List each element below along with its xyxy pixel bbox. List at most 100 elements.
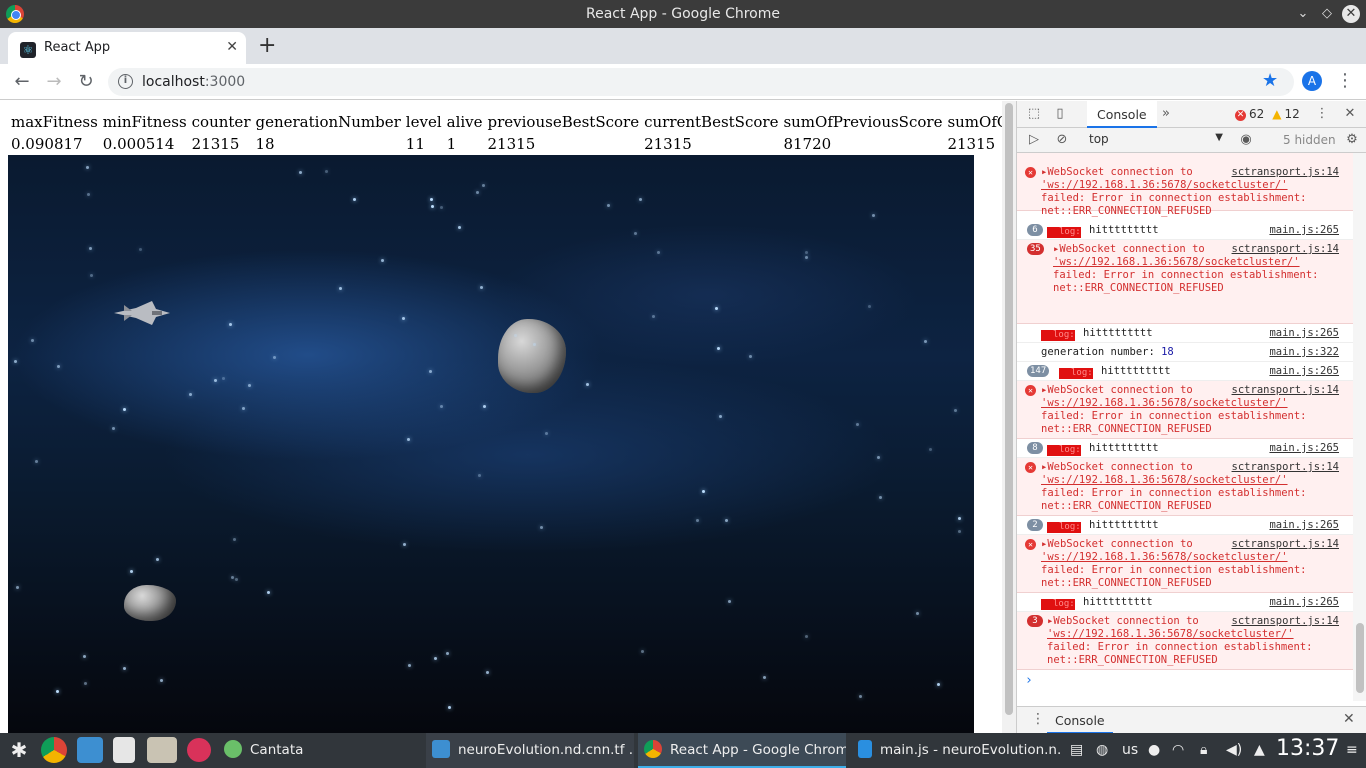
chrome-launcher-icon[interactable] — [41, 737, 67, 763]
console-scroll-thumb[interactable] — [1356, 623, 1364, 693]
source-link[interactable]: sctransport.js:14 — [1232, 243, 1339, 256]
source-link[interactable]: main.js:265 — [1269, 442, 1339, 455]
new-tab-button[interactable]: + — [258, 34, 276, 58]
close-window-icon[interactable]: ✕ — [1342, 5, 1360, 23]
devtools-close-icon[interactable]: ✕ — [1341, 105, 1359, 123]
drawer-tab-console[interactable]: Console — [1047, 707, 1113, 734]
background-star — [325, 170, 328, 173]
page-scrollbar[interactable] — [1002, 101, 1016, 733]
book-reader-icon[interactable] — [147, 737, 177, 763]
bookmark-star-icon[interactable]: ★ — [1262, 70, 1278, 91]
background-star — [937, 683, 940, 686]
site-info-icon[interactable]: i — [118, 74, 133, 89]
clear-console-icon[interactable]: ⊘ — [1053, 131, 1071, 149]
file-manager-icon[interactable] — [77, 737, 103, 763]
tab-react-app[interactable]: ⚛ React App ✕ — [8, 32, 246, 64]
taskbar-item-cantata[interactable]: Cantata — [218, 733, 418, 768]
background-star — [16, 586, 19, 589]
background-star — [859, 695, 862, 698]
update-icon[interactable]: ◍ — [1096, 733, 1108, 768]
background-star — [123, 667, 126, 670]
clipboard-icon[interactable]: ▤ — [1070, 733, 1083, 768]
console-error-row: 3 ▸WebSocket connection to 'ws://192.168… — [1017, 612, 1353, 670]
inspect-element-icon[interactable]: ⬚ — [1025, 105, 1043, 123]
drawer-menu-icon[interactable]: ⋮ — [1031, 711, 1045, 727]
drawer-close-icon[interactable]: ✕ — [1343, 711, 1355, 727]
issue-counts[interactable]: ✕ 62 ▲ 12 — [1235, 107, 1300, 121]
volume-icon[interactable]: ◀) — [1226, 733, 1242, 768]
back-arrow-icon[interactable]: ← — [10, 70, 34, 94]
reload-icon[interactable]: ↻ — [74, 70, 98, 94]
music-app-icon[interactable] — [187, 738, 211, 762]
ws-failed: failed: Error in connection establishmen… — [1047, 641, 1313, 653]
notes-icon[interactable] — [113, 737, 135, 763]
background-star — [872, 214, 875, 217]
stat-header: counter — [191, 112, 251, 131]
background-star — [222, 377, 225, 380]
source-link[interactable]: main.js:265 — [1269, 327, 1339, 340]
log-message[interactable]: log: hittttttttt — [1059, 365, 1171, 379]
device-toolbar-icon[interactable]: ▯ — [1051, 105, 1069, 123]
more-tabs-icon[interactable]: » — [1157, 105, 1175, 123]
stat-header: maxFitness — [11, 112, 98, 131]
app-launcher-icon[interactable]: ✱ — [6, 737, 32, 763]
minimize-icon[interactable]: ⌄ — [1294, 5, 1312, 23]
chrome-menu-icon[interactable]: ⋮ — [1336, 70, 1354, 91]
log-message[interactable]: log: hittttttttt — [1047, 224, 1159, 238]
devtools-menu-icon[interactable]: ⋮ — [1313, 105, 1331, 123]
ws-url: 'ws://192.168.1.36:5678/socketcluster/' — [1053, 256, 1300, 268]
source-link[interactable]: main.js:322 — [1269, 346, 1339, 359]
console-prompt-chevron-icon[interactable]: › — [1025, 673, 1033, 688]
console-settings-gear-icon[interactable]: ⚙ — [1343, 131, 1361, 149]
context-selector[interactable]: top ▼ — [1089, 132, 1223, 149]
log-message[interactable]: log: hittttttttt — [1047, 442, 1159, 456]
tab-close-icon[interactable]: ✕ — [226, 39, 238, 55]
tab-console[interactable]: Console — [1087, 101, 1157, 128]
source-link[interactable]: main.js:265 — [1269, 519, 1339, 532]
taskbar-item-file-manager[interactable]: neuroEvolution.nd.cnn.tf ... — [426, 733, 634, 768]
background-star — [189, 393, 192, 396]
forward-arrow-icon[interactable]: → — [42, 70, 66, 94]
address-bar[interactable]: i localhost:3000 — [108, 68, 1294, 96]
log-message[interactable]: log: hittttttttt — [1047, 519, 1159, 533]
console-scrollbar[interactable] — [1353, 153, 1366, 701]
taskbar-menu-icon[interactable]: ≡ — [1346, 733, 1358, 768]
live-expression-eye-icon[interactable]: ◉ — [1237, 131, 1255, 149]
tray-expand-icon[interactable]: ▲ — [1254, 733, 1265, 768]
hidden-messages-count[interactable]: 5 hidden — [1283, 133, 1336, 147]
ws-text: WebSocket connection to — [1047, 166, 1200, 178]
page-scroll-thumb[interactable] — [1005, 103, 1013, 715]
source-link[interactable]: sctransport.js:14 — [1232, 461, 1339, 474]
clock[interactable]: 13:37 — [1276, 736, 1339, 761]
profile-avatar[interactable]: A — [1302, 71, 1322, 91]
stat-value: 0.090817 — [11, 134, 83, 153]
log-text: hittttttttt — [1083, 596, 1153, 608]
wifi-icon[interactable]: ◠ — [1172, 733, 1184, 768]
background-star — [402, 317, 405, 320]
cantata-icon — [224, 740, 242, 758]
sidebar-toggle-icon[interactable]: ▷ — [1025, 131, 1043, 149]
background-star — [231, 576, 234, 579]
source-link[interactable]: main.js:265 — [1269, 596, 1339, 609]
game-canvas[interactable] — [8, 155, 974, 733]
url-text[interactable]: localhost:3000 — [142, 74, 245, 90]
maximize-icon[interactable]: ◇ — [1318, 5, 1336, 23]
source-link[interactable]: main.js:265 — [1269, 224, 1339, 237]
source-link[interactable]: sctransport.js:14 — [1232, 384, 1339, 397]
taskbar-item-chrome[interactable]: React App - Google Chrome — [638, 733, 846, 768]
source-link[interactable]: main.js:265 — [1269, 365, 1339, 378]
source-link[interactable]: sctransport.js:14 — [1232, 615, 1339, 628]
generation-log[interactable]: generation number: 18 — [1041, 346, 1174, 359]
source-link[interactable]: sctransport.js:14 — [1232, 538, 1339, 551]
console-log-row: log: hittttttttt main.js:265 — [1017, 593, 1353, 612]
taskbar-item-vscode[interactable]: main.js - neuroEvolution.n... — [852, 733, 1062, 768]
stat-header: level — [405, 112, 442, 131]
log-message[interactable]: log: hittttttttt — [1041, 596, 1153, 610]
devtools-panel: ⬚ ▯ Console » ✕ 62 ▲ 12 ⋮ ✕ ▷ ⊘ top ▼ ◉ 5 hi… — [1016, 101, 1366, 734]
taskbar-label: neuroEvolution.nd.cnn.tf ... — [458, 742, 634, 758]
media-icon[interactable]: ● — [1148, 733, 1160, 768]
log-message[interactable]: log: hittttttttt — [1041, 327, 1153, 341]
source-link[interactable]: sctransport.js:14 — [1232, 166, 1339, 179]
lock-icon[interactable]: 🔒︎ — [1200, 733, 1207, 768]
keyboard-layout[interactable]: us — [1122, 733, 1138, 768]
